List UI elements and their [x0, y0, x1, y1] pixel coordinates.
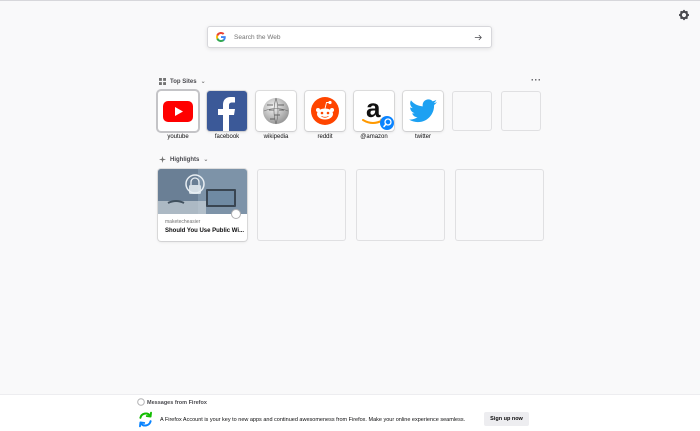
- tile-label: reddit: [317, 134, 333, 140]
- tile-reddit[interactable]: reddit: [305, 91, 345, 140]
- gear-icon[interactable]: [678, 9, 690, 21]
- chevron-down-icon[interactable]: ⌄: [201, 78, 206, 85]
- tile-empty: [452, 91, 492, 140]
- thumbnail-image: [158, 169, 247, 214]
- highlights-grid: maketecheasier Should You Use Public Wi.…: [158, 169, 544, 241]
- firefox-message-bar: Messages from Firefox A Firefox Account …: [0, 394, 700, 431]
- tile-empty: [501, 91, 541, 140]
- empty-tile-slot: [501, 91, 541, 131]
- tile-amazon-box[interactable]: a: [354, 91, 394, 131]
- tile-reddit-box[interactable]: [305, 91, 345, 131]
- tile-youtube[interactable]: youtube: [158, 91, 198, 140]
- highlights-title: Highlights: [170, 156, 200, 163]
- tile-label: @amazon: [360, 134, 388, 140]
- more-options-icon[interactable]: ···: [531, 76, 542, 85]
- twitter-icon: [409, 99, 437, 123]
- top-sites-title: Top Sites: [170, 78, 197, 85]
- tile-amazon[interactable]: a @amazon: [354, 91, 394, 140]
- highlight-title: Should You Use Public Wi...: [165, 228, 245, 234]
- tile-facebook[interactable]: facebook: [207, 91, 247, 140]
- highlights-sparkle-icon: [159, 156, 166, 163]
- tile-wikipedia[interactable]: wikipedia: [256, 91, 296, 140]
- google-icon: [216, 32, 226, 42]
- wikipedia-icon: [263, 97, 289, 125]
- tile-label: twitter: [414, 134, 431, 140]
- empty-highlight-slot: [257, 169, 346, 241]
- tile-label: youtube: [167, 134, 189, 140]
- tile-label: facebook: [214, 134, 240, 140]
- chevron-down-icon[interactable]: ⌄: [203, 156, 208, 163]
- search-box[interactable]: [207, 26, 492, 48]
- youtube-icon: [163, 100, 193, 122]
- clock-icon: [231, 209, 241, 219]
- tile-wikipedia-box[interactable]: [256, 91, 296, 131]
- tile-label: wikipedia: [263, 134, 289, 140]
- message-text: A Firefox Account is your key to new app…: [160, 417, 466, 423]
- highlight-card[interactable]: maketecheasier Should You Use Public Wi.…: [158, 169, 247, 241]
- reddit-icon: [311, 97, 339, 125]
- message-heading: Messages from Firefox: [147, 400, 207, 406]
- sign-up-button[interactable]: Sign up now: [484, 412, 529, 426]
- tile-facebook-box[interactable]: [207, 91, 247, 131]
- empty-highlight-slot: [356, 169, 445, 241]
- top-sites-header[interactable]: Top Sites ⌄: [159, 78, 206, 85]
- empty-tile-slot: [452, 91, 492, 131]
- top-sites-grid: youtube facebook wikipedia reddit a @ama…: [158, 91, 541, 140]
- firefox-icon: [137, 398, 145, 406]
- highlight-thumbnail: [158, 169, 247, 214]
- grid-icon: [159, 78, 166, 85]
- facebook-icon: [218, 97, 235, 131]
- tile-twitter-box[interactable]: [403, 91, 443, 131]
- tile-youtube-box[interactable]: [158, 91, 198, 131]
- svg-text:a: a: [366, 93, 381, 123]
- amazon-icon: a: [362, 93, 394, 130]
- search-input[interactable]: [234, 33, 474, 41]
- highlights-header[interactable]: Highlights ⌄: [159, 156, 208, 163]
- sync-icon: [139, 411, 152, 428]
- empty-highlight-slot: [455, 169, 544, 241]
- tile-twitter[interactable]: twitter: [403, 91, 443, 140]
- arrow-right-icon[interactable]: [474, 33, 483, 42]
